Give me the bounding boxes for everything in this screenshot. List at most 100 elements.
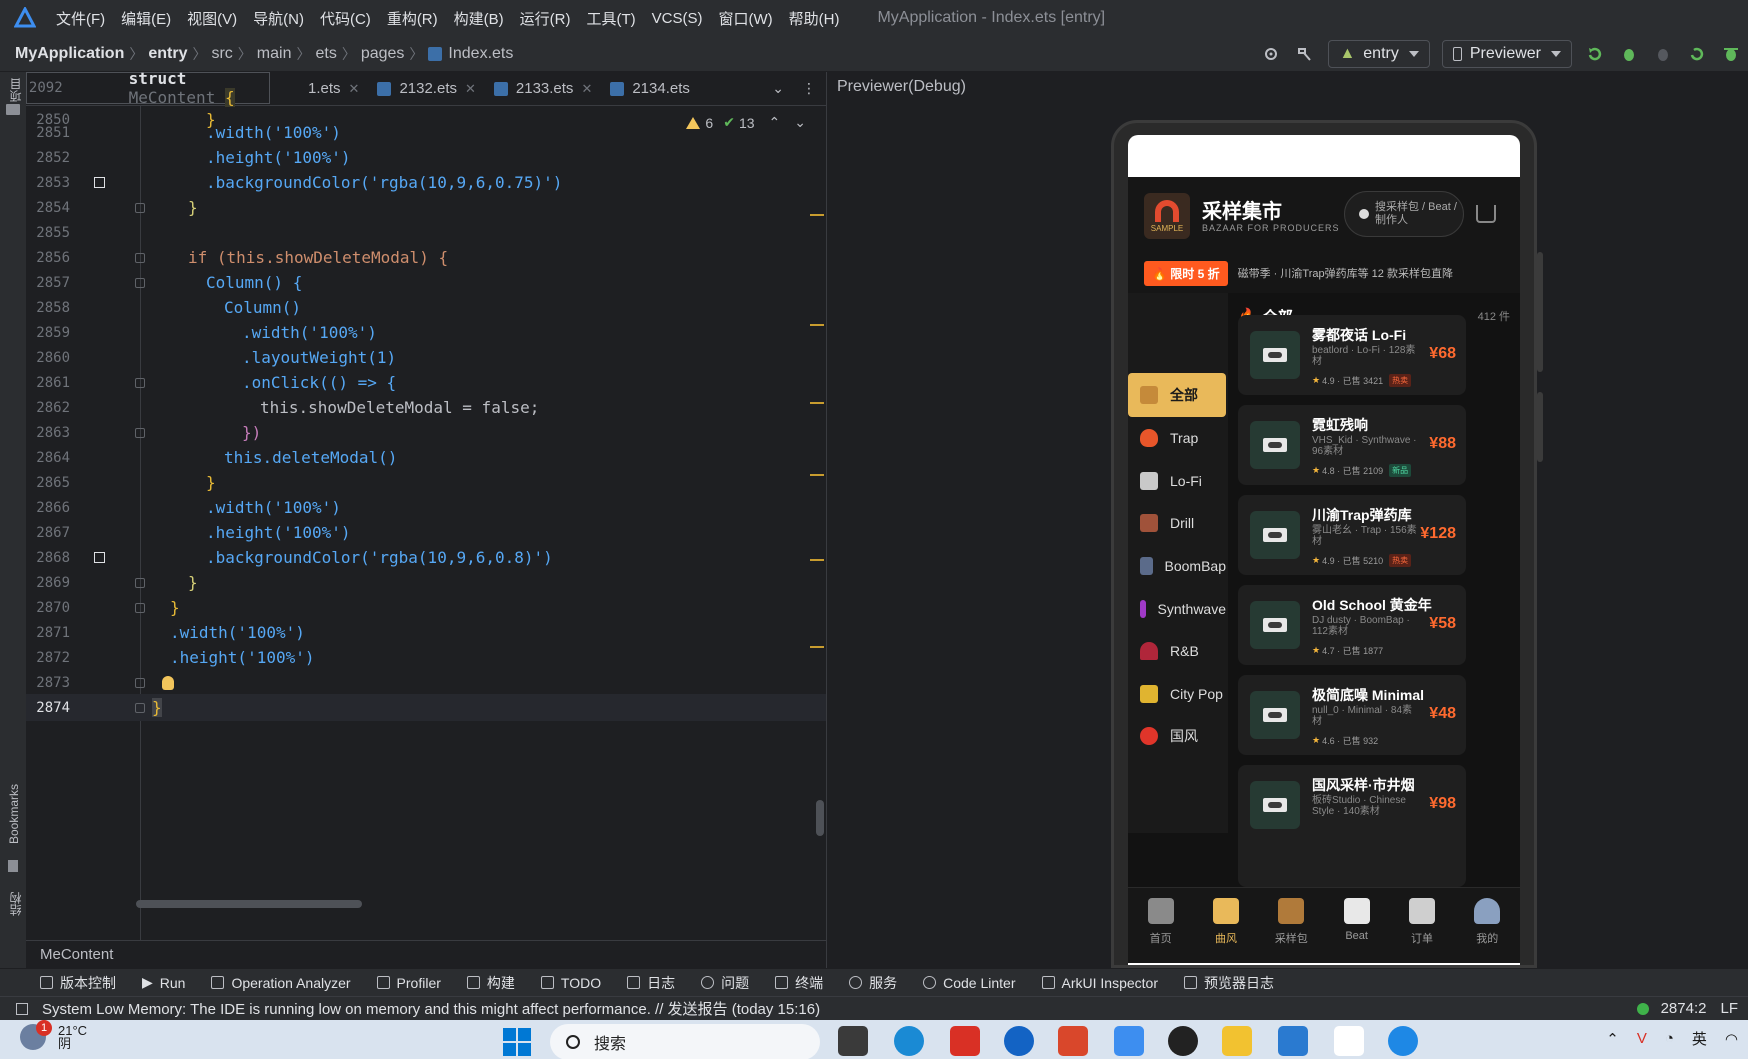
fold-icon[interactable] [135,677,145,688]
bottom-nav-me[interactable]: 我的 [1455,888,1520,963]
tab-2133[interactable]: 2133.ets ✕ [493,72,592,106]
presentation-app-icon[interactable] [1058,1026,1088,1056]
product-card[interactable]: 川渝Trap弹药库 雾山老幺 · Trap · 156素材 ★ 4.9 · 已售 … [1238,495,1466,575]
module-select[interactable]: ▲ entry [1328,40,1430,68]
app-search-input[interactable]: 搜采样包 / Beat / 制作人 [1344,191,1464,237]
bottom-nav-beat[interactable]: Beat [1324,888,1389,963]
taskbar-search-input[interactable]: 搜索 [550,1024,820,1059]
fold-icon[interactable] [135,427,145,438]
breadcrumb-project[interactable]: MyApplication [15,45,124,63]
line-separator[interactable]: LF [1720,1000,1738,1017]
vertical-scrollbar[interactable] [816,800,824,836]
bottom-nav-genre[interactable]: 曲风 [1193,888,1258,963]
breadcrumb-main[interactable]: main [257,45,292,63]
fold-icon[interactable] [135,602,145,613]
vscode-icon[interactable] [1278,1026,1308,1056]
code-line[interactable]: 2855 [26,219,826,246]
fold-icon[interactable] [135,702,145,713]
more-vertical-icon[interactable]: ⋮ [802,80,816,97]
menu-edit[interactable]: 编辑(E) [121,8,171,29]
menu-view[interactable]: 视图(V) [187,8,237,29]
tool-operation-analyzer[interactable]: Operation Analyzer [211,975,351,991]
breadcrumb-ets[interactable]: ets [315,45,336,63]
category-trap[interactable]: Trap [1128,416,1226,460]
fold-icon[interactable] [135,577,145,588]
category-rnb[interactable]: R&B [1128,629,1226,673]
edge-browser-icon[interactable] [894,1026,924,1056]
horizontal-scrollbar[interactable] [136,900,362,908]
deveco-taskbar-icon[interactable] [1114,1026,1144,1056]
antivirus-icon[interactable]: V [1637,1030,1647,1047]
code-line[interactable]: 2863 }) [26,419,826,446]
qq-icon[interactable] [1168,1026,1198,1056]
product-card[interactable]: 国风采样·市井烟 板砖Studio · Chinese Style · 140素… [1238,765,1466,887]
code-line[interactable]: 2856 if (this.showDeleteModal) { [26,244,826,271]
fold-icon[interactable] [135,277,145,288]
structure-tool-button[interactable]: 结构 [7,892,24,916]
attach-debugger-icon[interactable] [1652,43,1674,65]
fold-icon[interactable] [135,252,145,263]
code-line[interactable]: 2866 .width('100%') [26,494,826,521]
document-icon[interactable] [1334,1026,1364,1056]
network-icon[interactable]: ◔ [1665,1030,1674,1047]
debug-icon[interactable] [1618,43,1640,65]
code-line-current[interactable]: 2874 } [26,694,826,721]
tool-problems[interactable]: 问题 [701,973,749,993]
tool-arkui-inspector[interactable]: ArkUI Inspector [1041,975,1158,991]
warning-stripe-marker[interactable] [810,324,824,326]
bookmark-icon[interactable] [8,860,18,872]
hammer-icon[interactable] [1294,43,1316,65]
bottom-nav-packs[interactable]: 采样包 [1259,888,1324,963]
tool-run[interactable]: ▶ Run [142,974,185,991]
tool-profiler[interactable]: Profiler [376,975,441,991]
browser-icon[interactable] [1388,1026,1418,1056]
tab-1[interactable]: 1.ets ✕ [308,72,359,106]
warning-stripe-marker[interactable] [810,559,824,561]
product-card[interactable]: Old School 黄金年 DJ dusty · BoomBap · 112素… [1238,585,1466,665]
breadcrumb-pages[interactable]: pages [361,45,405,63]
code-line[interactable]: 2864 this.deleteModal() [26,444,826,471]
code-line[interactable]: 2859 .width('100%') [26,319,826,346]
rerun-icon[interactable] [1584,43,1606,65]
tool-log[interactable]: 日志 [627,973,675,993]
sticky-scope-header[interactable]: 2092 struct MeContent { [26,72,270,107]
code-line[interactable]: 2852 .height('100%') [26,144,826,171]
code-line[interactable]: 2865 } [26,469,826,496]
close-icon[interactable]: ✕ [349,81,360,97]
breadcrumb-module[interactable]: entry [148,45,187,63]
chevron-down-icon[interactable]: ⌄ [772,80,784,97]
code-line[interactable]: 2870 } [26,594,826,621]
chevron-up-icon[interactable]: ⌃ [1606,1030,1619,1048]
file-explorer-icon[interactable] [1222,1026,1252,1056]
windows-start-icon[interactable] [503,1028,531,1056]
code-line[interactable]: 2873 } [26,669,826,696]
code-line[interactable]: 2872 .height('100%') [26,644,826,671]
code-line[interactable]: 2861 .onClick(() => { [26,369,826,396]
menu-file[interactable]: 文件(F) [56,8,105,29]
warning-stripe-marker[interactable] [810,214,824,216]
project-tool-button[interactable]: 项目 [7,78,24,102]
code-line[interactable]: 2853 .backgroundColor('rgba(10,9,6,0.75)… [26,169,826,196]
lightbulb-icon[interactable] [162,675,174,690]
caret-position[interactable]: 2874:2 [1661,1000,1707,1017]
menu-navigate[interactable]: 导航(N) [253,8,304,29]
tool-todo[interactable]: TODO [540,975,601,991]
bottom-nav-orders[interactable]: 订单 [1389,888,1454,963]
menu-window[interactable]: 窗口(W) [718,8,772,29]
fold-icon[interactable] [135,202,145,213]
bottom-nav-home[interactable]: 首页 [1128,888,1193,963]
status-message[interactable]: System Low Memory: The IDE is running lo… [42,998,820,1019]
product-card[interactable]: 极简底噪 Minimal null_0 · Minimal · 84素材 ★ 4.… [1238,675,1466,755]
target-icon[interactable] [1260,43,1282,65]
tab-2134[interactable]: 2134.ets [610,72,690,106]
code-line[interactable]: 2871 .width('100%') [26,619,826,646]
category-drill[interactable]: Drill [1128,501,1226,545]
code-line[interactable]: 2869 } [26,569,826,596]
breakpoint-marker-icon[interactable] [94,177,105,188]
menu-run[interactable]: 运行(R) [520,8,571,29]
ime-indicator[interactable]: 英 [1692,1028,1707,1049]
tool-vcs[interactable]: 版本控制 [40,973,116,993]
folder-icon[interactable] [6,104,20,115]
reload-icon[interactable] [1686,43,1708,65]
menu-tools[interactable]: 工具(T) [586,8,635,29]
